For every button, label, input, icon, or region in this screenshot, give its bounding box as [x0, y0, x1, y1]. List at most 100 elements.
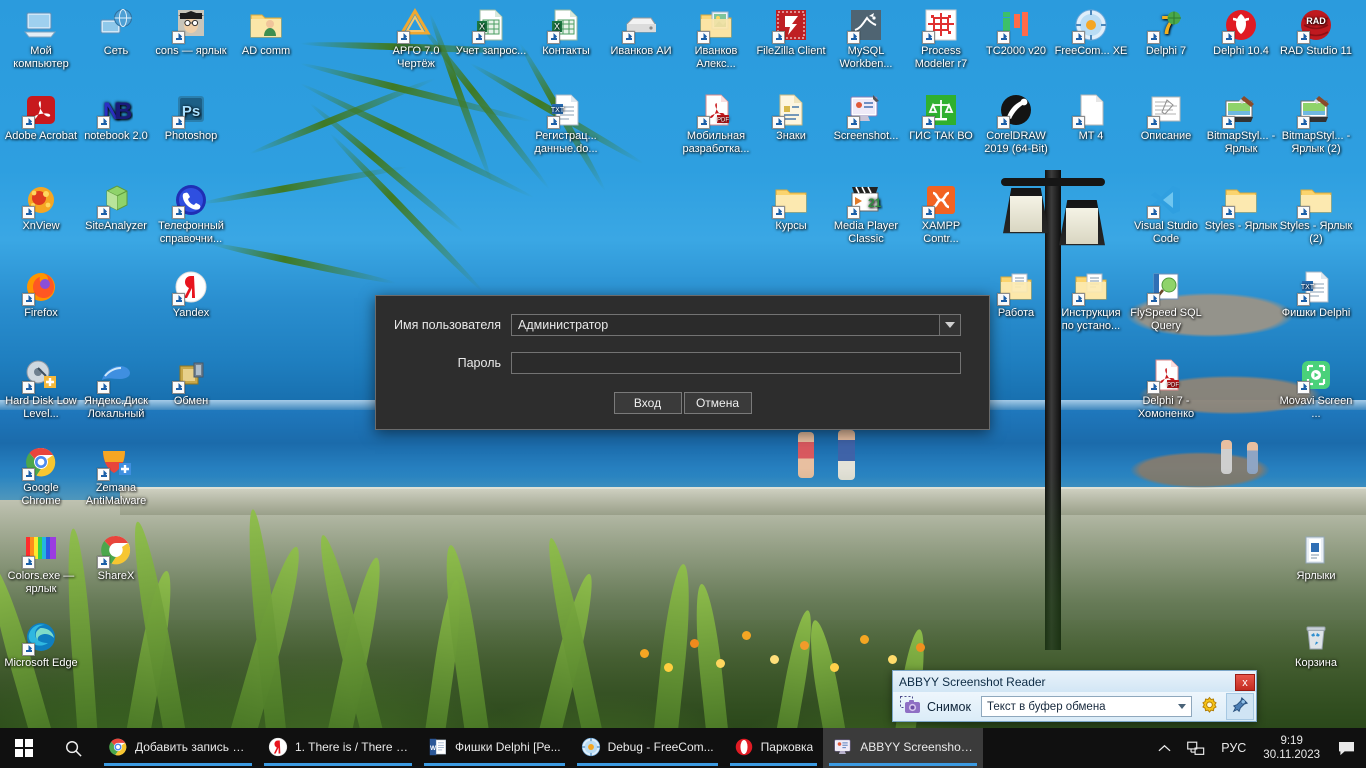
taskbar-item[interactable]: ABBYY Screenshot ...: [823, 728, 984, 768]
desktop-icon[interactable]: Microsoft Edge: [4, 620, 78, 670]
language-indicator[interactable]: РУС: [1214, 728, 1253, 768]
obmen-icon: [172, 358, 208, 394]
desktop-icon[interactable]: Yandex: [154, 270, 228, 320]
desktop-icon[interactable]: TXT Регистрац... данные.do...: [529, 93, 603, 155]
desktop-icon[interactable]: PDF Мобильная разработка...: [679, 93, 753, 155]
desktop-icon[interactable]: X Контакты: [529, 8, 603, 58]
desktop-icon[interactable]: AD comm: [229, 8, 303, 58]
close-icon[interactable]: x: [1235, 673, 1255, 691]
desktop-icon[interactable]: Знаки: [754, 93, 828, 143]
desktop-icon[interactable]: BitmapStyl... - Ярлык (2): [1279, 93, 1353, 155]
desktop-icon[interactable]: Screenshot...: [829, 93, 903, 143]
desktop-icon[interactable]: Hard Disk Low Level...: [4, 358, 78, 420]
desktop-icon[interactable]: Google Chrome: [4, 445, 78, 507]
desktop-icon[interactable]: Корзина: [1279, 620, 1353, 670]
argo-icon: [397, 8, 433, 44]
desktop-icon[interactable]: Zemana AntiMalware: [79, 445, 153, 507]
tray-expand-button[interactable]: [1151, 728, 1178, 768]
desktop-icon[interactable]: cons — ярлык: [154, 8, 228, 58]
desktop-icon[interactable]: Иванков АИ: [604, 8, 678, 58]
desktop-icon-label: Colors.exe — ярлык: [7, 570, 75, 595]
desktop-icon[interactable]: TC2000 v20: [979, 8, 1053, 58]
shortcut-arrow-icon: [1147, 116, 1160, 129]
desktop-icon[interactable]: Movavi Screen ...: [1279, 358, 1353, 420]
desktop-icon[interactable]: Иванков Алекс...: [679, 8, 753, 70]
desktop-icon[interactable]: CorelDRAW 2019 (64-Bit): [979, 93, 1053, 155]
desktop-icon[interactable]: FreeCom... XE: [1054, 8, 1128, 58]
network-icon: [1187, 741, 1205, 755]
desktop-icon[interactable]: Firefox: [4, 270, 78, 320]
desktop-icon[interactable]: Курсы: [754, 183, 828, 233]
shortcut-arrow-icon: [847, 31, 860, 44]
shortcut-arrow-icon: [172, 206, 185, 219]
desktop-icon[interactable]: Ps Photoshop: [154, 93, 228, 143]
taskbar-item[interactable]: W Фишки Delphi [Ре...: [418, 728, 571, 768]
desktop-icon-label: Styles - Ярлык (2): [1279, 220, 1353, 245]
taskbar-item[interactable]: Парковка: [724, 728, 824, 768]
taskbar: Добавить запись ‹ ... 1. There is / There…: [0, 728, 1366, 768]
coreldraw-icon: [997, 93, 1033, 129]
desktop-icon[interactable]: SiteAnalyzer: [79, 183, 153, 233]
desktop-icon[interactable]: Работа: [979, 270, 1053, 320]
desktop-icon[interactable]: Телефонный справочни...: [154, 183, 228, 245]
desktop-icon-label: Работа: [997, 307, 1035, 319]
desktop-icon[interactable]: Styles - Ярлык: [1204, 183, 1278, 233]
desktop-icon[interactable]: Инструкция по устано...: [1054, 270, 1128, 332]
desktop-icon[interactable]: Яндекс.Диск Локальный: [79, 358, 153, 420]
desktop-icon[interactable]: XAMPP Contr...: [904, 183, 978, 245]
abbyy-title-bar[interactable]: ABBYY Screenshot Reader x: [893, 671, 1256, 692]
desktop-icon[interactable]: Delphi 10.4: [1204, 8, 1278, 58]
cancel-button[interactable]: Отмена: [683, 392, 752, 414]
capture-mode-select[interactable]: Текст в буфер обмена: [980, 696, 1192, 717]
snapshot-button[interactable]: Снимок: [895, 694, 976, 719]
desktop-icon-label: FileZilla Client: [756, 45, 826, 57]
notifications-button[interactable]: [1330, 728, 1362, 768]
taskbar-item[interactable]: 1. There is / There a...: [258, 728, 418, 768]
doc-icon: [772, 93, 808, 129]
desktop-icon[interactable]: RAD RAD Studio 11: [1279, 8, 1353, 58]
desktop-icon[interactable]: X Учет запрос...: [454, 8, 528, 58]
login-button[interactable]: Вход: [613, 392, 682, 414]
taskbar-item[interactable]: Debug - FreeCom...: [571, 728, 724, 768]
desktop-icon[interactable]: XnView: [4, 183, 78, 233]
desktop-icon[interactable]: Process Modeler r7: [904, 8, 978, 70]
desktop-icon[interactable]: TXT Фишки Delphi: [1279, 270, 1353, 320]
shortcut-arrow-icon: [1297, 116, 1310, 129]
desktop-icon[interactable]: FileZilla Client: [754, 8, 828, 58]
network-button[interactable]: [1180, 728, 1212, 768]
desktop-icon[interactable]: Ярлыки: [1279, 533, 1353, 583]
desktop-icon[interactable]: АРГО 7.0 Чертёж: [379, 8, 453, 70]
pin-button[interactable]: [1226, 693, 1254, 720]
desktop-icon[interactable]: Colors.exe — ярлык: [4, 533, 78, 595]
desktop-icon[interactable]: 7 Delphi 7: [1129, 8, 1203, 58]
desktop-icon[interactable]: ГИС ТАК ВО: [904, 93, 978, 143]
desktop-icon[interactable]: Мой компьютер: [4, 8, 78, 70]
taskbar-item-indicator: [104, 763, 252, 766]
desktop-icon[interactable]: MT 4: [1054, 93, 1128, 143]
desktop-icon[interactable]: FlySpeed SQL Query: [1129, 270, 1203, 332]
excel-icon: X: [547, 8, 583, 44]
desktop-icon[interactable]: N Bnotebook 2.0: [79, 93, 153, 143]
desktop-icon[interactable]: Adobe Acrobat: [4, 93, 78, 143]
password-input[interactable]: [511, 352, 961, 374]
desktop-icon[interactable]: Сеть: [79, 8, 153, 58]
desktop-icon[interactable]: 21 Media Player Classic: [829, 183, 903, 245]
word-icon: W: [428, 737, 448, 757]
desktop-icon[interactable]: Описание: [1129, 93, 1203, 143]
desktop-icon[interactable]: BitmapStyl... - Ярлык: [1204, 93, 1278, 155]
shortcut-arrow-icon: [772, 206, 785, 219]
chevron-down-icon[interactable]: [939, 315, 960, 335]
settings-button[interactable]: [1197, 695, 1221, 719]
desktop-icon[interactable]: ShareX: [79, 533, 153, 583]
desktop-icon[interactable]: MySQL Workben...: [829, 8, 903, 70]
clock[interactable]: 9:19 30.11.2023: [1255, 734, 1328, 762]
start-button[interactable]: [0, 728, 48, 768]
username-combobox[interactable]: Администратор: [511, 314, 961, 336]
desktop-icon-label: Microsoft Edge: [4, 657, 78, 669]
taskbar-item[interactable]: Добавить запись ‹ ...: [98, 728, 258, 768]
desktop-icon[interactable]: Обмен: [154, 358, 228, 408]
desktop-icon[interactable]: Visual Studio Code: [1129, 183, 1203, 245]
search-button[interactable]: [48, 728, 98, 768]
desktop-icon[interactable]: PDF Delphi 7 - Хомоненко: [1129, 358, 1203, 420]
desktop-icon[interactable]: Styles - Ярлык (2): [1279, 183, 1353, 245]
